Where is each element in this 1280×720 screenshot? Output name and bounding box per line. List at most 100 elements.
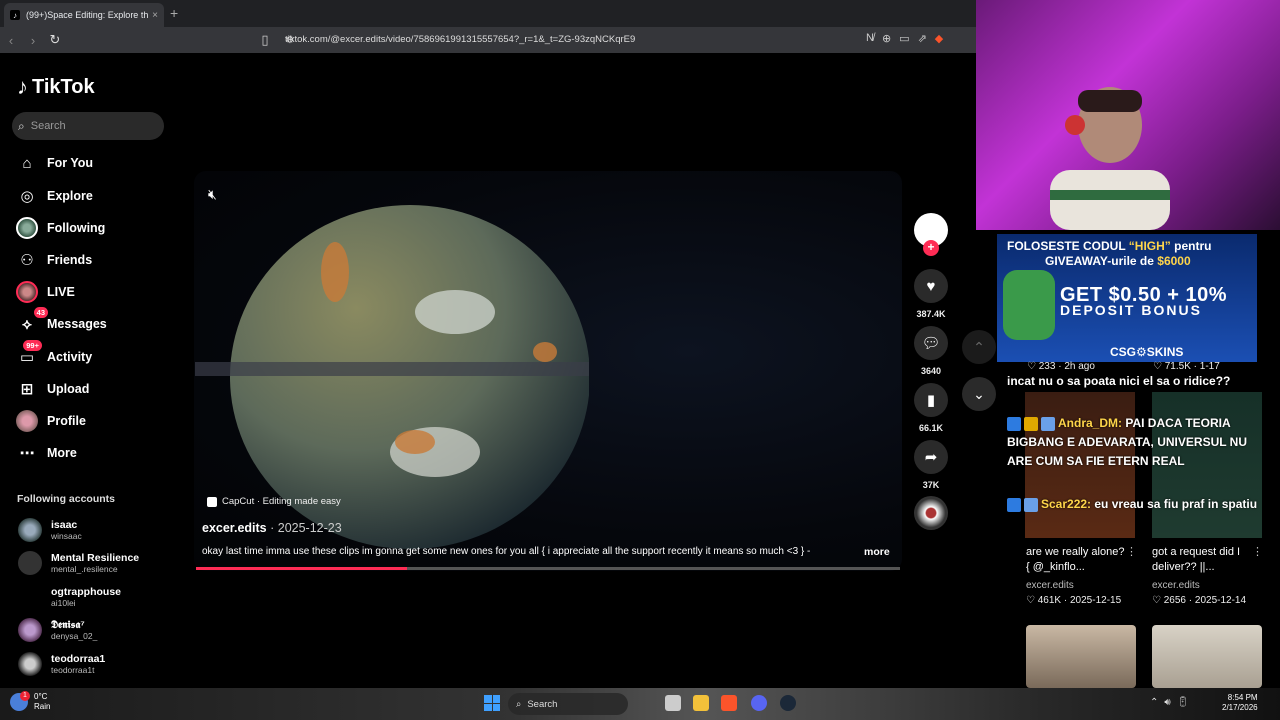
related-stats: ♡ 461K · 2025-12-15 bbox=[1026, 595, 1122, 606]
taskbar-search[interactable]: ⌕ Search bbox=[508, 693, 628, 715]
brave-shield-icon[interactable]: ◆ bbox=[935, 32, 943, 45]
search-placeholder: Search bbox=[30, 120, 66, 132]
account-item[interactable]: 𝕯𝖊𝖓𝖎𝖘𝖆⁷ denysa_02_ bbox=[18, 618, 97, 642]
capcut-label[interactable]: CapCut · Editing made easy bbox=[207, 496, 341, 507]
forward-icon[interactable]: › bbox=[22, 33, 44, 48]
brave-browser-icon[interactable] bbox=[721, 695, 737, 711]
ad-text: pentru bbox=[1170, 239, 1212, 253]
taskbar-clock[interactable]: 8:54 PM 2/17/2026 bbox=[1222, 693, 1258, 713]
bookmark-icon[interactable]: ▯ bbox=[254, 32, 276, 48]
search-icon: ⌕ bbox=[516, 698, 522, 710]
bookmark-icon[interactable]: ▮ bbox=[914, 383, 948, 417]
discord-icon[interactable] bbox=[751, 695, 767, 711]
tab-close-icon[interactable]: × bbox=[152, 10, 158, 21]
follow-plus-icon[interactable]: + bbox=[923, 240, 939, 256]
previous-video-button[interactable]: ⌃ bbox=[962, 330, 996, 364]
account-avatar bbox=[18, 551, 42, 575]
nav-messages[interactable]: ⟡ 43 Messages bbox=[14, 307, 107, 335]
save-action[interactable]: ▮ 66.1K bbox=[914, 383, 948, 433]
related-date: 2025-12-15 bbox=[1070, 595, 1122, 606]
weather-condition: Rain bbox=[34, 702, 51, 711]
nav-label: Explore bbox=[47, 189, 93, 203]
comment-count: 3640 bbox=[920, 366, 942, 376]
related-title[interactable]: are we really alone? { @_kinflo... bbox=[1026, 545, 1126, 575]
sound-avatar[interactable] bbox=[914, 496, 948, 530]
nav-label: More bbox=[47, 446, 77, 460]
account-avatar bbox=[18, 585, 42, 609]
nav-live[interactable]: LIVE bbox=[14, 281, 75, 303]
tiktok-note-icon: ♪ bbox=[17, 74, 28, 99]
account-avatar bbox=[18, 518, 42, 542]
share-action[interactable]: ➦ 37K bbox=[914, 440, 948, 490]
nav-for-you[interactable]: ⌂ For You bbox=[14, 152, 93, 174]
nav-upload[interactable]: ⊞ Upload bbox=[14, 378, 90, 400]
comment-icon[interactable]: 💬︎ bbox=[914, 326, 948, 360]
upload-icon: ⊞ bbox=[20, 381, 34, 398]
chat-text: eu vreau sa fiu praf in spatiu bbox=[1091, 497, 1258, 511]
messages-icon: ⟡ 43 bbox=[14, 307, 48, 335]
related-likes: ♡ 2656 bbox=[1152, 595, 1186, 606]
reload-icon[interactable]: ↻ bbox=[44, 32, 66, 48]
caption-more-button[interactable]: more bbox=[864, 546, 890, 558]
like-action[interactable]: ♥ 387.4K bbox=[914, 269, 948, 319]
nav-friends[interactable]: ⚇ Friends bbox=[14, 249, 92, 271]
ad-line-4: DEPOSIT BONUS bbox=[1060, 302, 1202, 318]
windows-start-icon[interactable] bbox=[484, 695, 500, 711]
profile-avatar bbox=[14, 410, 40, 432]
browser-tab[interactable]: ♪ (99+)Space Editing: Explore the × bbox=[4, 3, 164, 27]
account-name: teodorraa1 bbox=[51, 653, 106, 665]
zoom-icon[interactable]: ⊕ bbox=[882, 32, 891, 45]
share-icon[interactable]: ⇗ bbox=[918, 32, 927, 45]
new-tab-button[interactable]: + bbox=[170, 5, 178, 21]
capcut-icon bbox=[207, 496, 217, 507]
related-thumbnail[interactable] bbox=[1152, 625, 1262, 688]
url-input[interactable]: tiktok.com/@excer.edits/video/7586961991… bbox=[285, 34, 635, 45]
chat-message: Scar222: eu vreau sa fiu praf in spatiu bbox=[1007, 495, 1267, 514]
tiktok-favicon-icon: ♪ bbox=[10, 10, 20, 20]
nav-label: For You bbox=[47, 156, 94, 170]
account-item[interactable]: Mental Resilience mental_.resilence bbox=[18, 551, 139, 575]
like-count: 387.4K bbox=[916, 309, 946, 319]
file-explorer-icon[interactable] bbox=[693, 695, 709, 711]
video-author[interactable]: excer.edits · 2025-12-23 bbox=[202, 521, 342, 535]
account-item[interactable]: ogtrapphouse ai10lei bbox=[18, 585, 121, 609]
back-icon[interactable]: ‹ bbox=[0, 33, 22, 48]
search-input[interactable]: ⌕ Search bbox=[12, 112, 164, 140]
heart-icon[interactable]: ♥ bbox=[914, 269, 948, 303]
nav-profile[interactable]: Profile bbox=[14, 410, 86, 432]
chat-username: Andra_DM: bbox=[1058, 416, 1123, 430]
chat-username: Scar222: bbox=[1041, 497, 1092, 511]
related-thumbnail[interactable] bbox=[1026, 625, 1136, 688]
nav-explore[interactable]: ◎ Explore bbox=[14, 185, 93, 207]
tiktok-logo[interactable]: ♪ TikTok bbox=[17, 74, 95, 100]
related-likes: ♡ 461K bbox=[1026, 595, 1062, 606]
steam-icon[interactable] bbox=[780, 695, 796, 711]
task-view-icon[interactable] bbox=[665, 695, 681, 711]
nav-following[interactable]: Following bbox=[14, 217, 105, 239]
related-options-icon[interactable]: ⋮ bbox=[1126, 545, 1137, 558]
more-icon: ⋯ bbox=[19, 445, 35, 462]
account-item[interactable]: isaac winsaac bbox=[18, 518, 82, 542]
tab-title: (99+)Space Editing: Explore the bbox=[26, 10, 149, 20]
account-item[interactable]: teodorraa1 teodorraa1t bbox=[18, 652, 105, 676]
next-video-button[interactable]: ⌄ bbox=[962, 377, 996, 411]
related-author[interactable]: excer.edits bbox=[1026, 580, 1074, 591]
streamer-figure bbox=[1050, 87, 1170, 230]
share-icon[interactable]: ➦ bbox=[914, 440, 948, 474]
chat-message: Andra_DM: PAI DACA TEORIA BIGBANG E ADEV… bbox=[1007, 414, 1267, 471]
nav-more[interactable]: ⋯ More bbox=[14, 442, 77, 464]
comment-action[interactable]: 💬︎ 3640 bbox=[914, 326, 948, 376]
taskbar-search-label: Search bbox=[527, 698, 558, 710]
no-translate-icon[interactable]: N̸ bbox=[866, 32, 874, 45]
nav-activity[interactable]: ▭ 99+ Activity bbox=[14, 340, 92, 368]
mute-icon[interactable]: 🔇︎ bbox=[208, 186, 217, 203]
system-tray[interactable]: ⌃🔊︎🔋︎ bbox=[1150, 697, 1195, 708]
cast-icon[interactable]: ▭ bbox=[899, 32, 909, 45]
weather-widget[interactable]: 1 0°C Rain bbox=[10, 691, 51, 712]
ad-text: GIVEAWAY-urile de bbox=[1045, 254, 1158, 268]
related-options-icon[interactable]: ⋮ bbox=[1252, 545, 1263, 558]
related-title[interactable]: got a request did I deliver?? ||... bbox=[1152, 545, 1252, 575]
account-name: 𝕯𝖊𝖓𝖎𝖘𝖆⁷ bbox=[51, 619, 85, 631]
related-author[interactable]: excer.edits bbox=[1152, 580, 1200, 591]
related-stats: ♡ 2656 · 2025-12-14 bbox=[1152, 595, 1247, 606]
